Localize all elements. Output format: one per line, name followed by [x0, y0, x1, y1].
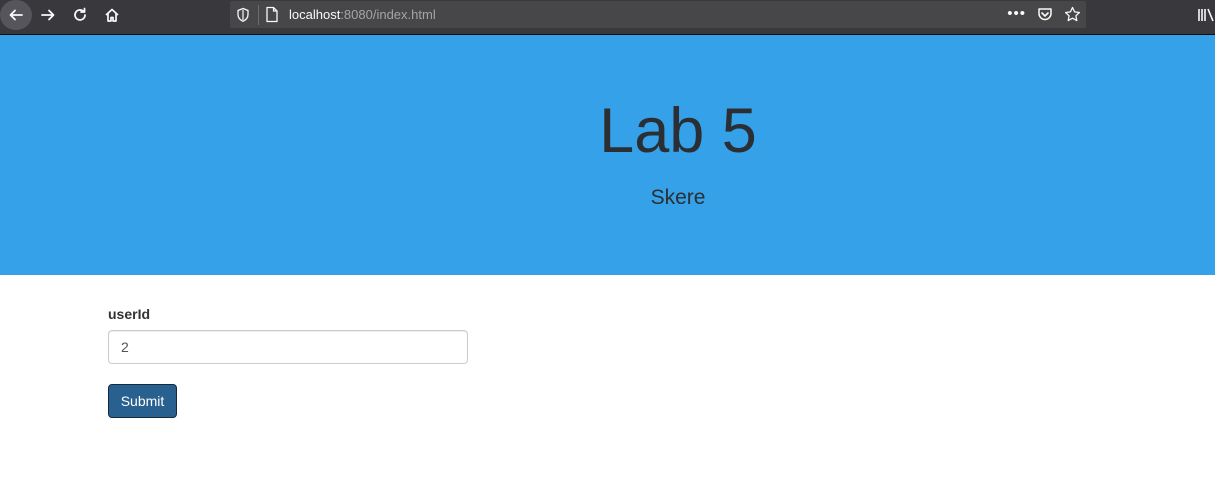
- url-bar[interactable]: localhost:8080/index.html •••: [230, 1, 1086, 28]
- home-button[interactable]: [97, 0, 127, 30]
- userid-label: userId: [108, 306, 151, 322]
- forward-button[interactable]: [33, 0, 63, 30]
- reload-button[interactable]: [65, 0, 95, 30]
- star-icon[interactable]: [1064, 6, 1081, 28]
- pocket-icon[interactable]: [1037, 6, 1053, 27]
- library-icon[interactable]: [1197, 7, 1215, 28]
- url-separator: [258, 5, 259, 25]
- user-form: userId Submit: [108, 306, 468, 418]
- back-arrow-icon: [9, 9, 23, 21]
- userid-input[interactable]: [108, 330, 468, 364]
- shield-icon[interactable]: [236, 7, 250, 28]
- home-icon: [105, 8, 119, 22]
- url-text[interactable]: localhost:8080/index.html: [289, 7, 436, 22]
- url-path: :8080/index.html: [340, 7, 436, 22]
- url-host: localhost: [289, 7, 341, 22]
- back-button[interactable]: [0, 0, 32, 30]
- forward-arrow-icon: [41, 9, 55, 21]
- browser-toolbar: localhost:8080/index.html •••: [0, 0, 1215, 35]
- page-subtitle: Skere: [650, 186, 706, 209]
- page-icon: [265, 6, 279, 28]
- jumbotron-header: Lab 5 Skere: [0, 35, 1215, 275]
- page-title: Lab 5: [599, 96, 757, 166]
- reload-icon: [74, 7, 86, 21]
- submit-button[interactable]: Submit: [108, 384, 177, 418]
- more-dots-icon[interactable]: •••: [1007, 5, 1026, 22]
